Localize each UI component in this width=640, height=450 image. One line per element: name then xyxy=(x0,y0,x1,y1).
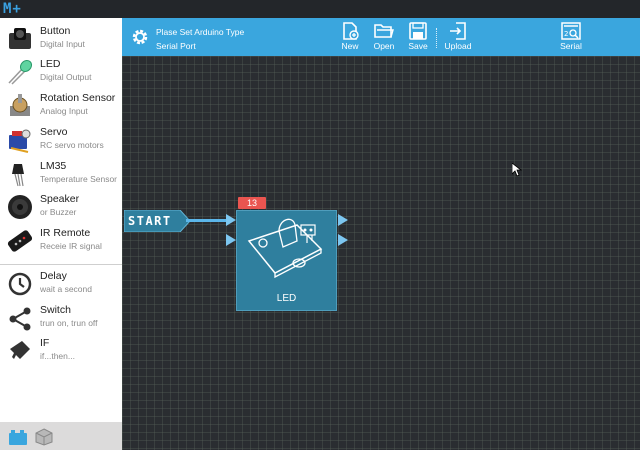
upload-button[interactable]: Upload xyxy=(440,22,476,54)
serial-button[interactable]: 2 Serial xyxy=(553,22,589,54)
blocks-tab-icon[interactable] xyxy=(8,428,28,446)
sidebar-item-lm35[interactable]: LM35 Temperature Sensor xyxy=(0,157,122,190)
speaker-icon xyxy=(8,195,32,219)
sidebar-item-speaker[interactable]: Speaker or Buzzer xyxy=(0,190,122,223)
led-input-port-1[interactable] xyxy=(226,214,236,226)
sidebar-item-button[interactable]: Button Digital Input xyxy=(0,22,122,55)
led-module-icon xyxy=(8,59,33,85)
sidebar-item-sublabel: Temperature Sensor xyxy=(40,174,118,184)
pin-number-badge[interactable]: 13 xyxy=(238,197,266,209)
new-button[interactable]: New xyxy=(332,22,368,54)
upload-icon xyxy=(450,22,466,40)
led-block-label: LED xyxy=(276,293,297,304)
save-button[interactable]: Save xyxy=(400,22,436,54)
sidebar-item-if[interactable]: IF if...then... xyxy=(0,334,122,367)
lm35-icon xyxy=(12,164,24,187)
svg-text:2: 2 xyxy=(564,30,568,38)
led-module-illustration xyxy=(247,218,323,279)
start-label: START xyxy=(128,214,172,228)
app-logo: M+ xyxy=(3,1,22,17)
sidebar-tab-bar xyxy=(0,422,122,450)
sidebar-item-sublabel: Digital Input xyxy=(40,39,85,49)
sidebar-item-label: Delay xyxy=(40,270,67,282)
cube-tab-icon[interactable] xyxy=(34,428,54,446)
switch-icon xyxy=(9,307,31,331)
new-button-label: New xyxy=(341,41,359,51)
sidebar-item-sublabel: Analog Input xyxy=(40,106,88,116)
sidebar-item-sublabel: RC servo motors xyxy=(40,140,104,150)
save-icon xyxy=(409,22,427,40)
new-file-icon xyxy=(343,22,359,40)
toolbar: Plase Set Arduino Type Serial Port New O… xyxy=(122,18,640,56)
servo-icon xyxy=(9,129,31,153)
mouse-cursor-icon xyxy=(512,163,522,177)
sidebar-item-label: Servo xyxy=(40,126,68,138)
folder-icon xyxy=(374,24,394,38)
open-button-label: Open xyxy=(373,41,395,51)
toolbar-divider xyxy=(436,28,437,48)
serial-button-label: Serial xyxy=(560,41,582,51)
sidebar-item-label: IF xyxy=(40,337,50,349)
rotation-sensor-icon xyxy=(10,94,30,116)
sidebar-item-label: IR Remote xyxy=(40,227,91,239)
sidebar-item-led[interactable]: LED Digital Output xyxy=(0,55,122,88)
if-icon xyxy=(10,341,30,359)
led-block[interactable]: LED xyxy=(236,210,337,311)
button-module-icon xyxy=(9,28,31,49)
sidebar-item-sublabel: Digital Output xyxy=(40,72,92,82)
sidebar-item-label: LM35 xyxy=(40,160,67,172)
sidebar-item-rotation-sensor[interactable]: Rotation Sensor Analog Input xyxy=(0,89,122,122)
led-output-port-1[interactable] xyxy=(338,214,348,226)
led-input-port-2[interactable] xyxy=(226,234,236,246)
sidebar-item-switch[interactable]: Switch trun on, trun off xyxy=(0,301,122,334)
sidebar-item-sublabel: wait a second xyxy=(40,284,92,294)
serial-port-selector[interactable]: Serial Port xyxy=(156,41,196,51)
board-type-selector[interactable]: Plase Set Arduino Type xyxy=(156,27,244,37)
ir-remote-icon xyxy=(7,230,33,252)
sidebar-item-label: Speaker xyxy=(40,193,80,205)
save-button-label: Save xyxy=(408,41,428,51)
sidebar-item-label: Rotation Sensor xyxy=(40,92,116,104)
serial-monitor-icon: 2 xyxy=(561,22,581,40)
sidebar-item-ir-remote[interactable]: IR Remote Receie IR signal xyxy=(0,224,122,257)
upload-button-label: Upload xyxy=(444,41,472,51)
workspace-canvas[interactable]: START LED 13 xyxy=(122,56,640,450)
sidebar-item-label: LED xyxy=(40,58,61,70)
sidebar-item-sublabel: Receie IR signal xyxy=(40,241,102,251)
connection-wire xyxy=(186,219,228,222)
clock-icon xyxy=(8,272,32,296)
sidebar-item-servo[interactable]: Servo RC servo motors xyxy=(0,123,122,156)
sidebar-item-label: Switch xyxy=(40,304,71,316)
led-output-port-2[interactable] xyxy=(338,234,348,246)
sidebar-item-delay[interactable]: Delay wait a second xyxy=(0,267,122,300)
sidebar-item-label: Button xyxy=(40,25,71,37)
sidebar-divider xyxy=(0,264,122,265)
open-button[interactable]: Open xyxy=(366,22,402,54)
sidebar-item-sublabel: or Buzzer xyxy=(40,207,77,217)
sidebar-item-sublabel: trun on, trun off xyxy=(40,318,98,328)
gear-icon[interactable] xyxy=(130,27,150,47)
sidebar-item-sublabel: if...then... xyxy=(40,351,75,361)
title-bar: M+ xyxy=(0,0,640,18)
sidebar: Button Digital Input LED Digital Output … xyxy=(0,18,122,450)
